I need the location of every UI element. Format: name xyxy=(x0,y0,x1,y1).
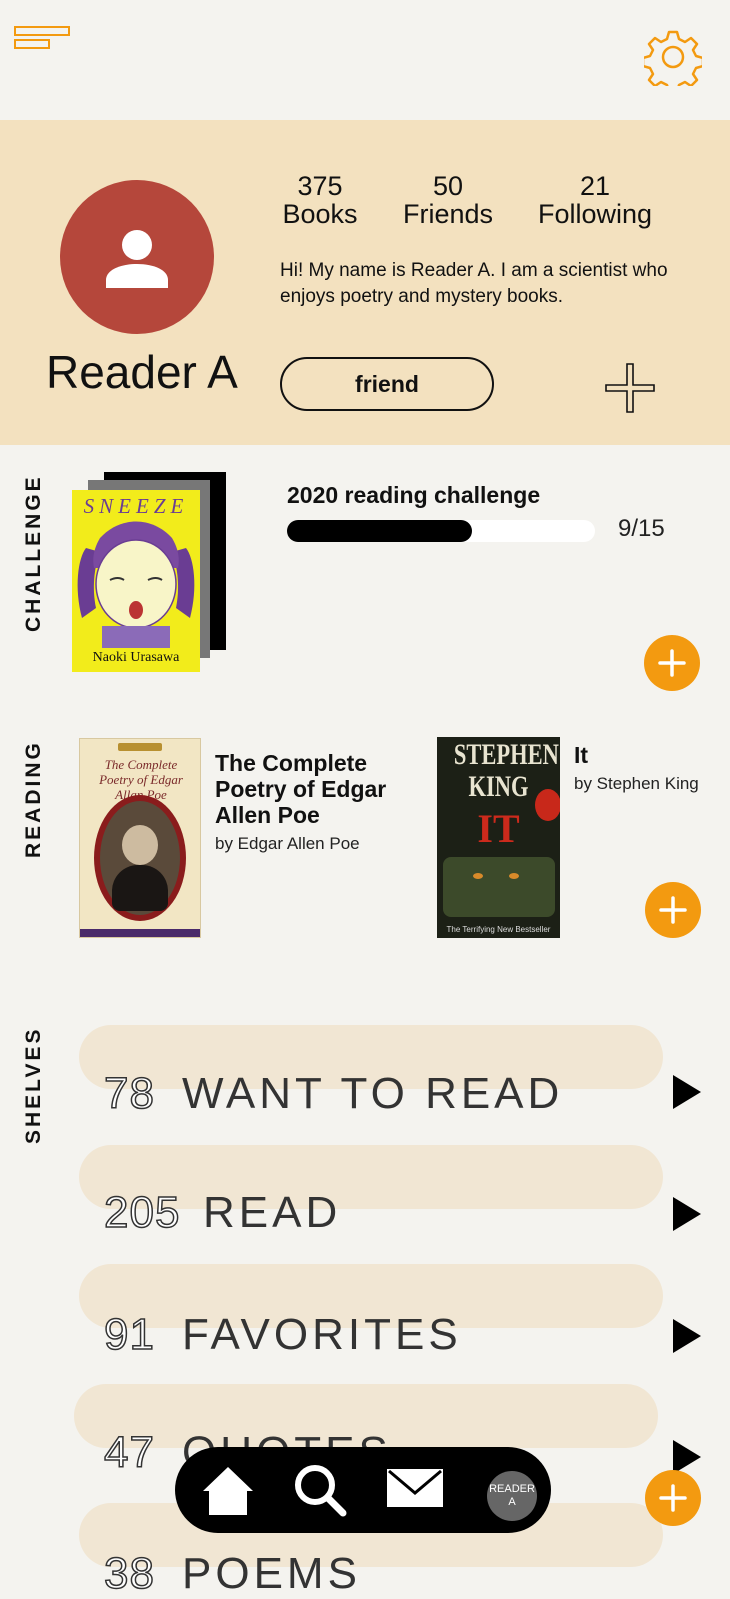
section-label-reading: READING xyxy=(22,740,45,858)
shelf-count: 91 xyxy=(103,1309,155,1360)
shelf-name[interactable]: FAVORITES xyxy=(182,1310,462,1360)
challenge-book-cover[interactable]: SNEEZE Naoki Urasawa xyxy=(72,490,200,672)
bottom-nav: READER A xyxy=(175,1447,551,1533)
stat-books[interactable]: 375 Books xyxy=(270,172,370,228)
nav-profile-avatar[interactable]: READER A xyxy=(487,1471,537,1521)
add-reading-button[interactable] xyxy=(645,882,701,938)
home-icon[interactable] xyxy=(201,1465,255,1517)
shelf-count: 38 xyxy=(103,1548,155,1599)
stat-value: 50 xyxy=(432,171,464,201)
shelf-open-arrow-icon[interactable] xyxy=(673,1075,701,1109)
profile-bio: Hi! My name is Reader A. I am a scientis… xyxy=(280,260,668,307)
challenge-title: 2020 reading challenge xyxy=(287,482,541,508)
menu-icon[interactable] xyxy=(14,26,72,50)
shelf-name[interactable]: POEMS xyxy=(182,1549,361,1599)
nav-avatar-label: READER xyxy=(489,1483,535,1495)
search-icon[interactable] xyxy=(293,1463,347,1517)
cover-balloon xyxy=(535,789,560,821)
shelf-name[interactable]: WANT TO READ xyxy=(182,1069,563,1119)
stat-following[interactable]: 21 Following xyxy=(530,172,660,228)
cover-portrait-frame xyxy=(94,795,186,921)
cover-tagline: The Terrifying New Bestseller xyxy=(446,925,551,934)
profile-name: Reader A xyxy=(46,346,238,398)
user-icon xyxy=(106,230,168,288)
plus-icon xyxy=(658,649,686,677)
mail-icon[interactable] xyxy=(387,1469,443,1507)
challenge-progress-bar xyxy=(287,520,595,542)
section-label-challenge: CHALLENGE xyxy=(22,474,45,632)
add-shelf-button[interactable] xyxy=(645,1470,701,1526)
gear-icon[interactable] xyxy=(644,28,702,86)
reading-book-title[interactable]: It xyxy=(574,742,588,768)
cover-footer-band xyxy=(80,929,200,937)
cover-illustration xyxy=(443,857,555,917)
add-challenge-button[interactable] xyxy=(644,635,700,691)
plus-icon xyxy=(659,896,687,924)
stat-friends[interactable]: 50 Friends xyxy=(398,172,498,228)
stat-value: 21 xyxy=(579,171,611,201)
plus-icon[interactable] xyxy=(604,362,656,414)
shelf-open-arrow-icon[interactable] xyxy=(673,1440,701,1474)
book-cover-it[interactable]: STEPHEN KING IT The Terrifying New Bests… xyxy=(437,737,560,938)
nav-avatar-label: A xyxy=(508,1496,516,1508)
shelf-name[interactable]: READ xyxy=(203,1188,341,1238)
plus-icon xyxy=(659,1484,687,1512)
reading-book-author: by Stephen King xyxy=(574,774,699,793)
book-cover-poe[interactable]: The Complete Poetry of Edgar Allan Poe xyxy=(79,738,201,938)
shelf-count: 47 xyxy=(103,1427,155,1478)
cover-badge xyxy=(118,743,162,751)
avatar[interactable] xyxy=(60,180,214,334)
shelf-open-arrow-icon[interactable] xyxy=(673,1319,701,1353)
cover-author: STEPHEN KING xyxy=(453,738,559,803)
cover-title: SNEEZE xyxy=(83,494,189,518)
stat-label: Books xyxy=(282,199,358,229)
challenge-progress-fill xyxy=(287,520,472,542)
reading-book-author: by Edgar Allen Poe xyxy=(215,834,360,853)
cover-illustration xyxy=(77,521,195,648)
stat-label: Following xyxy=(537,199,653,229)
reading-book-title[interactable]: The Complete Poetry of Edgar Allen Poe xyxy=(215,750,415,828)
section-label-shelves: SHELVES xyxy=(22,1026,45,1144)
stat-value: 375 xyxy=(297,171,343,201)
shelf-count: 205 xyxy=(103,1187,181,1238)
shelf-open-arrow-icon[interactable] xyxy=(673,1197,701,1231)
cover-author: Naoki Urasawa xyxy=(92,650,180,665)
challenge-progress-count: 9/15 xyxy=(618,515,665,542)
stat-label: Friends xyxy=(402,199,494,229)
shelf-count: 78 xyxy=(103,1068,155,1119)
friend-button[interactable]: friend xyxy=(280,357,494,411)
